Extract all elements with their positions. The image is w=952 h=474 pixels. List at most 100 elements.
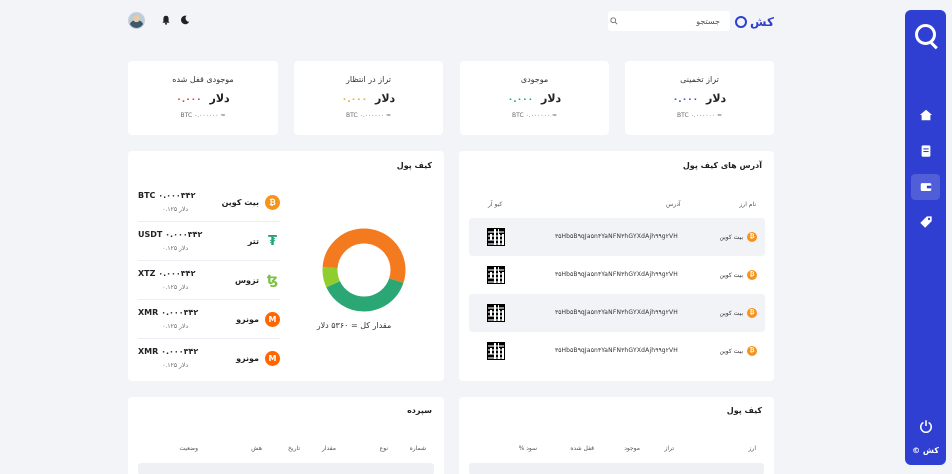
- col-header-qr: کیو آر: [488, 201, 503, 208]
- col-header-hash: هش: [251, 445, 262, 452]
- tezos-icon: ꜩ: [266, 273, 279, 288]
- deposit-card: سپرده شماره نوع مقدار تاریخ هش وضعیت: [128, 397, 444, 474]
- address-card: آدرس های کیف پول نام ارز آدرس کیو آر ۳۵H…: [459, 151, 774, 381]
- stat-value-row: دلار ٠.٠٠٠: [128, 92, 278, 105]
- bitcoin-icon: ₿: [747, 232, 757, 242]
- wallet-amount: USDT ٠.٠٠٠٣۴٢: [138, 230, 203, 239]
- coin-name: مونرو: [236, 315, 259, 324]
- wallet-row[interactable]: XTZ ٠.٠٠٠٣۴٢ ٠.١٢۵ دلار ꜩ تزوس: [138, 262, 280, 300]
- qr-code-icon[interactable]: [487, 266, 505, 284]
- tether-icon: ₮: [267, 234, 278, 249]
- wallet-fiat: ٠.١٢۵ دلار: [162, 284, 188, 291]
- address-coin: ₿ بیت کوین: [720, 232, 757, 242]
- wallet-coin: M مونرو: [236, 312, 280, 327]
- logo-icon[interactable]: [915, 24, 936, 45]
- bitcoin-icon: ₿: [747, 346, 757, 356]
- wallet-address: ۳۵Hb۵B۹qJa۵n۴YaNFN۳hGYXdAjh۹۹g۲VH: [555, 233, 679, 240]
- address-row[interactable]: ۳۵Hb۵B۹qJa۵n۴YaNFN۳hGYXdAjh۹۹g۲VH ₿ بیت …: [469, 218, 765, 256]
- address-row[interactable]: ۳۵Hb۵B۹qJa۵n۴YaNFN۳hGYXdAjh۹۹g۲VH ₿ بیت …: [469, 256, 765, 294]
- deposit-card-title: سپرده: [407, 406, 432, 415]
- balance-donut-chart: [322, 228, 406, 312]
- wallet-fiat: ٠.١٢۵ دلار: [162, 323, 188, 330]
- wallet-table-card: کیف پول ارز تراز موجود قفل شده % سود: [459, 397, 774, 474]
- stat-card-pending: تراز در انتظار دلار ٠.٠٠٠ BTC ٠.٠٠٠٠٠٠ ≈: [294, 61, 443, 135]
- col-header-address: آدرس: [666, 201, 681, 208]
- bell-icon[interactable]: [160, 14, 172, 26]
- wallet-address: ۳۵Hb۵B۹qJa۵n۴YaNFN۳hGYXdAjh۹۹g۲VH: [555, 309, 679, 316]
- brand[interactable]: کش: [735, 13, 774, 31]
- stat-value: ٠.٠٠٠: [672, 95, 699, 105]
- bitcoin-icon: ₿: [747, 308, 757, 318]
- col-header-amount: مقدار: [322, 445, 336, 452]
- brand-logo-icon: [735, 16, 748, 28]
- stat-title: تراز تخمینی: [680, 75, 719, 84]
- stat-title: موجودی: [520, 75, 549, 84]
- col-header-status: وضعیت: [179, 445, 198, 452]
- coin-name: بیت کوین: [221, 198, 259, 207]
- wallet-fiat: ٠.١٢۵ دلار: [162, 245, 188, 252]
- stat-card-balance: موجودی دلار ٠.٠٠٠ BTC ٠.٠٠٠٠٠٠ ≈: [460, 61, 609, 135]
- wallet-row[interactable]: XMR ٠.٠٠٠٣۴٢ ٠.١٢۵ دلار M مونرو: [138, 301, 280, 339]
- search-input[interactable]: [619, 11, 730, 31]
- bitcoin-icon: ₿: [265, 195, 280, 210]
- stat-unit: دلار: [541, 92, 562, 105]
- address-row[interactable]: ۳۵Hb۵B۹qJa۵n۴YaNFN۳hGYXdAjh۹۹g۲VH ₿ بیت …: [469, 332, 765, 370]
- stat-value-row: دلار ٠.٠٠٠: [625, 92, 774, 105]
- wallet-fiat: ٠.١٢۵ دلار: [162, 362, 188, 369]
- stat-sub: BTC ٠.٠٠٠٠٠٠ ≈: [346, 112, 391, 119]
- wallet-card: کیف پول BTC ٠.٠٠٠٣۴٢ ٠.١٢۵ دلار ₿ بیت کو…: [128, 151, 444, 381]
- stat-sub: BTC ٠.٠٠٠٠٠٠ ≈: [512, 112, 557, 119]
- monero-icon: M: [265, 312, 280, 327]
- bitcoin-icon: ₿: [747, 270, 757, 280]
- coin-name: بیت کوین: [719, 347, 743, 355]
- power-icon[interactable]: [911, 413, 940, 439]
- address-row[interactable]: ۳۵Hb۵B۹qJa۵n۴YaNFN۳hGYXdAjh۹۹g۲VH ₿ بیت …: [469, 294, 765, 332]
- col-header-type: نوع: [379, 445, 388, 452]
- stat-value-row: دلار ٠.٠٠٠: [294, 92, 443, 105]
- qr-code-icon[interactable]: [487, 342, 505, 360]
- stat-card-locked: موجودی قفل شده دلار ٠.٠٠٠ BTC ٠.٠٠٠٠٠٠ ≈: [128, 61, 278, 135]
- coin-name: بیت کوین: [719, 271, 743, 279]
- wallet-coin: M مونرو: [236, 351, 280, 366]
- stat-value: ٠.٠٠٠: [176, 95, 202, 105]
- address-card-title: آدرس های کیف پول: [682, 161, 762, 170]
- wallet-coin: ₮ تتر: [248, 234, 280, 249]
- monero-icon: M: [265, 351, 280, 366]
- wallet-icon[interactable]: [911, 174, 940, 200]
- stat-sub: BTC ٠.٠٠٠٠٠٠ ≈: [180, 112, 226, 119]
- wallet-amount: BTC ٠.٠٠٠٣۴٢: [138, 191, 196, 200]
- wallet-fiat: ٠.١٢۵ دلار: [162, 206, 188, 213]
- wallet-row[interactable]: USDT ٠.٠٠٠٣۴٢ ٠.١٢۵ دلار ₮ تتر: [138, 223, 280, 261]
- avatar[interactable]: [128, 12, 145, 29]
- address-coin: ₿ بیت کوین: [720, 270, 757, 280]
- address-coin: ₿ بیت کوین: [720, 346, 757, 356]
- col-header-number: شماره: [409, 445, 426, 452]
- wallet-amount: XMR ٠.٠٠٠٣۴٢: [138, 308, 199, 317]
- coin-name: مونرو: [236, 354, 259, 363]
- stat-title: تراز در انتظار: [346, 75, 391, 84]
- col-header-currency: ارز: [748, 445, 756, 452]
- wallet-amount: XMR ٠.٠٠٠٣۴٢: [138, 347, 199, 356]
- qr-code-icon[interactable]: [487, 304, 505, 322]
- home-icon[interactable]: [911, 102, 940, 128]
- wallet-row[interactable]: XMR ٠.٠٠٠٣۴٢ ٠.١٢۵ دلار M مونرو: [138, 340, 280, 378]
- wallet-table-title: کیف پول: [726, 406, 762, 415]
- document-icon[interactable]: [911, 138, 940, 164]
- coin-name: بیت کوین: [719, 233, 743, 241]
- sidebar-footer: © کش: [912, 446, 939, 455]
- wallet-row[interactable]: BTC ٠.٠٠٠٣۴٢ ٠.١٢۵ دلار ₿ بیت کوین: [138, 184, 280, 222]
- stat-unit: دلار: [375, 92, 396, 105]
- brand-name: کش: [750, 15, 774, 29]
- stat-card-estimated: تراز تخمینی دلار ٠.٠٠٠ BTC ٠.٠٠٠٠٠٠ ≈: [625, 61, 774, 135]
- wallet-total: مقدار کل = ۵۳۶۰ دلار: [316, 321, 392, 330]
- search-icon[interactable]: [608, 11, 619, 31]
- col-header-date: تاریخ: [288, 445, 300, 452]
- wallet-amount: XTZ ٠.٠٠٠٣۴٢: [138, 269, 196, 278]
- table-row: [138, 463, 434, 474]
- stat-value: ٠.٠٠٠: [341, 95, 368, 105]
- qr-code-icon[interactable]: [487, 228, 505, 246]
- tag-icon[interactable]: [911, 209, 940, 235]
- stat-unit: دلار: [209, 92, 230, 105]
- moon-icon[interactable]: [179, 14, 191, 26]
- wallet-address: ۳۵Hb۵B۹qJa۵n۴YaNFN۳hGYXdAjh۹۹g۲VH: [555, 347, 679, 354]
